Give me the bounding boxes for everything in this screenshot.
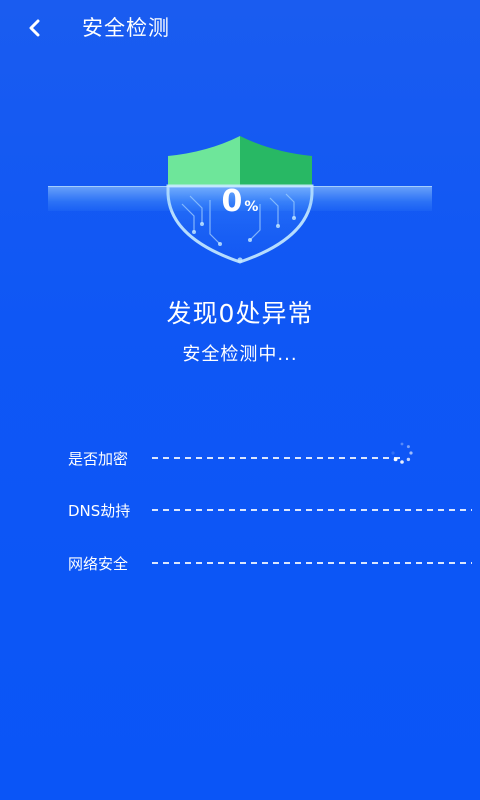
check-row-encryption: 是否加密 <box>68 442 418 474</box>
dotted-leader <box>152 457 404 459</box>
check-label: 是否加密 <box>68 450 129 468</box>
result-headline: 发现0处异常 <box>166 299 314 328</box>
chevron-left-icon <box>29 19 40 37</box>
check-label: 网络安全 <box>68 555 129 573</box>
scan-status: 安全检测中... <box>182 344 298 365</box>
dotted-leader <box>152 509 472 511</box>
loading-spinner-icon <box>391 442 413 464</box>
check-row-dns: DNS劫持 <box>68 496 472 526</box>
check-row-network: 网络安全 <box>68 549 472 579</box>
check-label: DNS劫持 <box>68 502 131 520</box>
back-button[interactable] <box>18 10 58 46</box>
scan-percent: 0% <box>0 184 480 219</box>
page-title: 安全检测 <box>82 16 170 40</box>
top-bar: 安全检测 <box>0 0 480 56</box>
scan-visual: 0% <box>0 120 480 280</box>
percent-value: 0 <box>221 184 243 219</box>
percent-symbol: % <box>244 199 259 215</box>
dotted-leader <box>152 562 472 564</box>
